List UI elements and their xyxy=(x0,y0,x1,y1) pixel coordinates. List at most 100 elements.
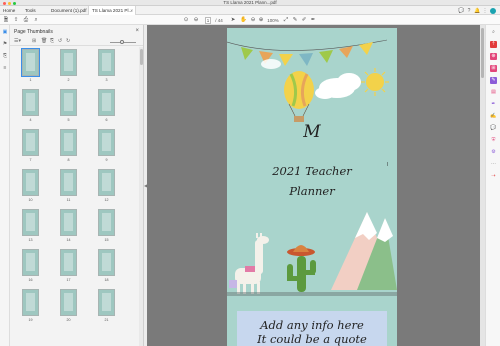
maximize-window-button[interactable] xyxy=(13,1,16,5)
delete-page-icon[interactable]: 🗑 xyxy=(41,38,47,45)
page-thumbnail[interactable] xyxy=(60,289,77,316)
avatar[interactable] xyxy=(490,7,496,14)
page-thumbnail[interactable] xyxy=(98,249,115,276)
page-thumbnail[interactable] xyxy=(22,129,39,156)
comment-tool-icon[interactable]: 💬 xyxy=(490,125,497,132)
page-thumbnail[interactable] xyxy=(22,169,39,196)
title-line-1: 2021 Teacher xyxy=(272,164,352,178)
page-thumbnail[interactable] xyxy=(60,129,77,156)
page-thumbnail[interactable] xyxy=(98,129,115,156)
page-thumbnail-label: 18 xyxy=(104,278,109,282)
page-thumbnail-label: 16 xyxy=(28,278,33,282)
title-line-2: Planner xyxy=(289,184,335,198)
more-tools-icon[interactable]: ⋯ xyxy=(490,161,497,168)
page-thumbnail-label: 13 xyxy=(28,238,33,242)
document-canvas: M 2021 Teacher Planner Add any info here… xyxy=(147,25,485,346)
acrobat-window: TS Llama 2021 Plann...pdf Home Tools Doc… xyxy=(0,0,500,346)
highlight-icon[interactable]: ✐ xyxy=(301,17,307,24)
close-panel-icon[interactable]: × xyxy=(135,28,139,34)
page-thumbnail[interactable] xyxy=(60,209,77,236)
page-thumbnail[interactable] xyxy=(60,89,77,116)
next-page-icon[interactable]: ⊖ xyxy=(193,17,199,24)
rotate-right-icon[interactable]: ↻ xyxy=(66,38,70,45)
info-box-line-2: It could be a quote xyxy=(257,332,367,346)
page-thumbnail[interactable] xyxy=(98,49,115,76)
page-thumbnail-label: 7 xyxy=(29,158,32,162)
rotate-left-icon[interactable]: ↺ xyxy=(58,38,62,45)
tab-home[interactable]: Home xyxy=(0,6,20,15)
zoom-out-icon[interactable]: ⊖ xyxy=(250,17,256,24)
page-thumbnail-label: 15 xyxy=(104,238,109,242)
page-thumbnail[interactable] xyxy=(98,89,115,116)
main-toolbar: 🗎 ⇪ ⎙ ⌕ ⊙ ⊖ 1 / 44 ➤ ✋ ⊖ ⊕ 100% ⤢ ✎ ✐ ✒ xyxy=(0,15,500,25)
page-thumbnails-icon[interactable]: ▣ xyxy=(2,29,8,35)
request-signature-icon[interactable]: ✍ xyxy=(490,113,497,120)
page-thumbnail-label: 11 xyxy=(66,198,71,202)
page-thumbnail[interactable] xyxy=(22,89,39,116)
search-icon[interactable]: ⌕ xyxy=(33,17,39,24)
page-thumbnail-label: 5 xyxy=(67,118,70,122)
bookmarks-icon[interactable]: ⚑ xyxy=(2,41,8,47)
upload-icon[interactable]: ⇪ xyxy=(13,17,19,24)
print-production-icon[interactable]: ⚙ xyxy=(490,149,497,156)
page-thumbnail[interactable] xyxy=(98,209,115,236)
page-thumbnail[interactable] xyxy=(60,169,77,196)
export-pdf-icon[interactable]: ⇡ xyxy=(490,41,497,48)
thumbnail-zoom-handle[interactable] xyxy=(120,40,124,44)
close-tab-icon[interactable]: × xyxy=(130,6,133,15)
minimize-window-button[interactable] xyxy=(8,1,11,5)
tab-tools[interactable]: Tools xyxy=(22,6,44,15)
select-tool-icon[interactable]: ➤ xyxy=(230,17,236,24)
create-pdf-icon[interactable]: ⊕ xyxy=(490,53,497,60)
page-thumbnail-label: 3 xyxy=(105,78,108,82)
page-thumbnail[interactable] xyxy=(22,289,39,316)
page-thumbnail[interactable] xyxy=(98,289,115,316)
send-for-review-icon[interactable]: ⇢ xyxy=(490,173,497,180)
thumbnails-panel: Page Thumbnails × ☰▾ ⊞ 🗑 ⎘ ↺ ↻ 123456789… xyxy=(10,25,144,346)
page-thumbnail[interactable] xyxy=(22,249,39,276)
page-thumbnail-label: 10 xyxy=(28,198,33,202)
page-number-input[interactable]: 1 xyxy=(205,16,211,24)
hand-tool-icon[interactable]: ✋ xyxy=(240,17,247,24)
tab-document-1[interactable]: Document (1).pdf xyxy=(48,6,88,15)
chat-icon[interactable]: 💬 xyxy=(458,8,464,14)
search-tools-icon[interactable]: ⌕ xyxy=(490,29,497,36)
tab-ts-llama[interactable]: TS Llama 2021 Pl... × xyxy=(88,6,136,15)
text-cursor-icon: I xyxy=(387,162,389,168)
page-thumbnail[interactable] xyxy=(22,209,39,236)
page-thumbnail[interactable] xyxy=(21,48,40,77)
info-box-line-1: Add any info here xyxy=(260,318,364,332)
edit-pdf-icon[interactable]: ✎ xyxy=(490,77,497,84)
thumbnail-grid: 1 2 3 4 5 6 7 8 9 10 11 12 13 14 15 16 17 18 19 20 21 xyxy=(10,47,140,346)
insert-page-icon[interactable]: ⊞ xyxy=(32,38,36,45)
comment-icon[interactable]: ✎ xyxy=(292,17,298,24)
page-thumbnail[interactable] xyxy=(98,169,115,196)
zoom-level[interactable]: 100% xyxy=(266,17,280,24)
fit-page-icon[interactable]: ⤢ xyxy=(283,17,289,24)
print-icon[interactable]: ⎙ xyxy=(23,17,29,24)
page-thumbnail-label: 1 xyxy=(29,78,32,82)
combine-files-icon[interactable]: ⊞ xyxy=(490,65,497,72)
protect-icon[interactable]: ⛨ xyxy=(490,137,497,144)
extract-page-icon[interactable]: ⎘ xyxy=(50,38,54,45)
sign-icon[interactable]: ✒ xyxy=(310,17,316,24)
page-thumbnail[interactable] xyxy=(60,249,77,276)
layers-icon[interactable]: ≡ xyxy=(2,65,8,71)
apps-icon[interactable]: ⋮ xyxy=(482,8,488,14)
fill-sign-icon[interactable]: ✒ xyxy=(490,101,497,108)
notifications-icon[interactable]: 🔔 xyxy=(474,8,480,14)
help-icon[interactable]: ? xyxy=(466,8,472,14)
save-icon[interactable]: 🗎 xyxy=(3,17,9,24)
zoom-in-icon[interactable]: ⊕ xyxy=(258,17,264,24)
thumbnail-options-icon[interactable]: ☰▾ xyxy=(14,38,21,45)
page-thumbnail[interactable] xyxy=(60,49,77,76)
close-window-button[interactable] xyxy=(3,1,6,5)
organize-pages-icon[interactable]: ▤ xyxy=(490,89,497,96)
window-title: TS Llama 2021 Plann...pdf xyxy=(223,0,277,5)
panel-scrollbar[interactable] xyxy=(139,47,143,346)
page-thumbnail-label: 2 xyxy=(67,78,70,82)
attachments-icon[interactable]: ⎘ xyxy=(2,53,8,59)
pdf-page: M 2021 Teacher Planner Add any info here… xyxy=(227,28,397,346)
previous-page-icon[interactable]: ⊙ xyxy=(183,17,189,24)
page-thumbnail-label: 12 xyxy=(104,198,109,202)
